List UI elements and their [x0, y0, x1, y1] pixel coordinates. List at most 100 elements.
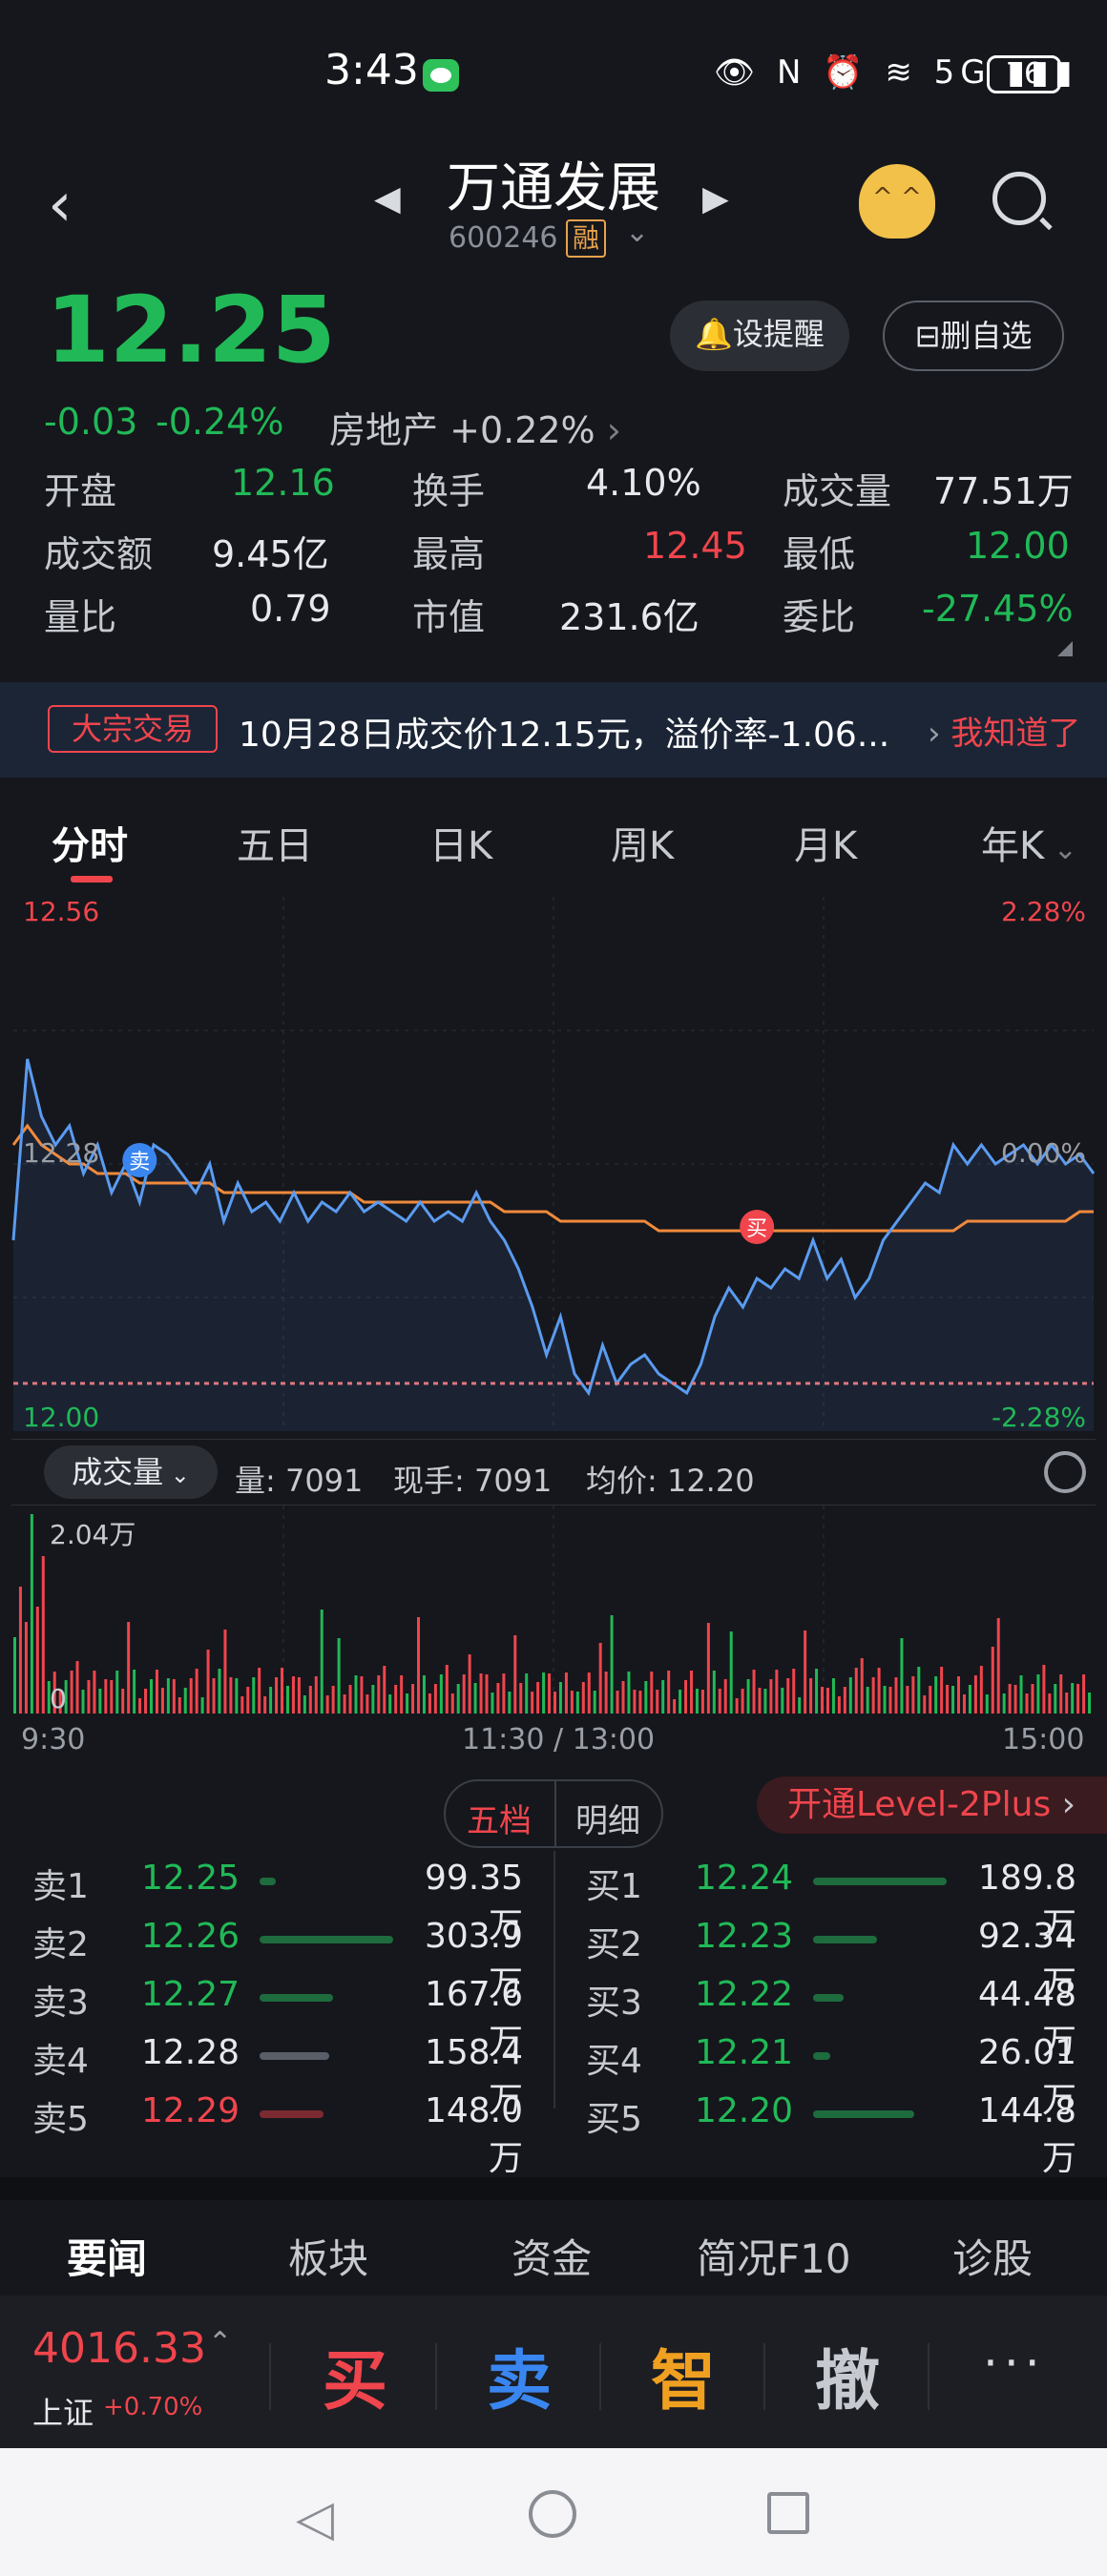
volume-bar: [240, 1696, 244, 1714]
tab-f10[interactable]: 简况F10: [697, 2227, 851, 2285]
volume-bar: [235, 1678, 239, 1714]
volume-bar: [951, 1686, 955, 1714]
banner-message: 10月28日成交价12.15元，溢价率-1.06...: [239, 716, 890, 755]
buy-button[interactable]: 买: [323, 2328, 387, 2422]
tab-monthly-k[interactable]: 月K: [794, 815, 857, 870]
volume-bar: [297, 1677, 301, 1714]
volume-bar: [877, 1668, 881, 1714]
sector-link[interactable]: 房地产 +0.22% ›: [329, 401, 621, 453]
tab-yearly-k[interactable]: 年K ⌄: [981, 815, 1077, 870]
volume-bar: [343, 1694, 346, 1714]
volume-bar: [366, 1694, 369, 1714]
sector-change: +0.22%: [449, 409, 595, 451]
tab-diagnosis[interactable]: 诊股: [952, 2227, 1033, 2285]
tab-detail[interactable]: 明细: [575, 1795, 640, 1841]
volume-bar: [786, 1678, 790, 1714]
volume-bar: [377, 1675, 381, 1714]
bid-price: 12.23: [695, 1917, 794, 1956]
stock-header: ‹ ◀ 万通发展 ▶ 600246 融 ⌄: [0, 143, 1107, 277]
volume-bar: [712, 1671, 716, 1714]
volume-bar: [1008, 1684, 1012, 1714]
volume-bar: [422, 1675, 426, 1714]
tab-funds[interactable]: 资金: [512, 2227, 592, 2285]
volume-bar: [917, 1667, 921, 1714]
tab-sectors[interactable]: 板块: [288, 2227, 368, 2285]
volume-bar: [87, 1680, 91, 1714]
remove-watchlist-button[interactable]: ⊟删自选: [883, 301, 1064, 371]
volume-bar: [746, 1679, 750, 1714]
level2-upgrade-button[interactable]: 开通Level-2Plus ›: [757, 1776, 1107, 1834]
volume-bar: [445, 1665, 449, 1714]
volume-bar: [871, 1677, 875, 1714]
tab-five-level[interactable]: 五档: [467, 1795, 532, 1841]
chevron-down-icon[interactable]: ⌄: [625, 216, 649, 249]
volume-bar: [962, 1694, 966, 1714]
sell-button[interactable]: 卖: [487, 2328, 552, 2422]
volume-bar: [775, 1670, 779, 1714]
ask-depth-bar: [260, 1936, 393, 1943]
wechat-icon: [423, 59, 459, 92]
volume-bar: [650, 1672, 654, 1714]
system-recents-icon[interactable]: [767, 2492, 809, 2534]
indicator-selector[interactable]: 成交量 ⌄: [44, 1445, 218, 1499]
volume-bar: [695, 1689, 699, 1714]
y-bottom-label: 12.00: [23, 1402, 99, 1433]
ask-level-label: 卖1: [32, 1867, 89, 1906]
volume-bar: [587, 1672, 591, 1714]
sector-name: 房地产: [329, 409, 439, 451]
gear-icon[interactable]: [1044, 1451, 1086, 1493]
more-button[interactable]: ···: [983, 2336, 1046, 2391]
volume-bar: [627, 1672, 631, 1714]
system-home-icon[interactable]: [529, 2490, 576, 2538]
volume-bar: [804, 1631, 807, 1714]
back-chevron-icon[interactable]: ‹: [48, 170, 73, 240]
set-reminder-button[interactable]: 🔔设提醒: [670, 301, 849, 371]
next-stock-icon[interactable]: ▶: [702, 179, 729, 218]
volume-bar: [479, 1673, 483, 1714]
current-hand-value: 现手: 7091: [393, 1463, 553, 1499]
dismiss-banner-button[interactable]: › 我知道了: [928, 707, 1080, 754]
volume-bar: [275, 1677, 279, 1714]
set-reminder-label: 设提醒: [732, 316, 825, 352]
tab-weekly-k[interactable]: 周K: [611, 815, 674, 870]
volume-bar: [979, 1666, 983, 1714]
tab-intraday[interactable]: 分时: [52, 815, 128, 870]
volume-bar: [763, 1689, 767, 1714]
stat-value: 231.6亿: [559, 596, 700, 638]
mascot-icon[interactable]: [859, 164, 935, 239]
volume-bar: [667, 1671, 671, 1714]
ask-depth-bar: [260, 2052, 329, 2060]
volume-bar: [229, 1677, 233, 1714]
cancel-order-button[interactable]: 撤: [815, 2328, 880, 2422]
volume-bar: [644, 1681, 648, 1714]
volume-bar: [450, 1693, 454, 1714]
system-back-icon[interactable]: ◁: [296, 2490, 334, 2547]
divider: [599, 2343, 601, 2410]
volume-bar: [531, 1692, 534, 1714]
smart-trade-button[interactable]: 智: [651, 2328, 716, 2422]
expand-corner-icon[interactable]: [1057, 641, 1073, 656]
volume-bar: [269, 1687, 273, 1714]
volume-bar: [621, 1681, 625, 1714]
volume-bar: [866, 1687, 869, 1714]
tab-news[interactable]: 要闻: [67, 2227, 147, 2285]
volume-bar: [888, 1687, 892, 1714]
volume-bar: [206, 1650, 210, 1714]
volume-bar: [564, 1672, 568, 1714]
stat-value: 0.79: [250, 588, 331, 630]
volume-bar: [223, 1630, 227, 1714]
prev-stock-icon[interactable]: ◀: [374, 179, 401, 218]
block-trade-banner[interactable]: 大宗交易 10月28日成交价12.15元，溢价率-1.06... › 我知道了: [0, 682, 1107, 778]
volume-bar: [468, 1654, 471, 1714]
volume-bar: [331, 1686, 335, 1714]
search-icon[interactable]: [992, 172, 1046, 225]
volume-bar: [485, 1674, 489, 1714]
tab-daily-k[interactable]: 日K: [429, 815, 492, 870]
ask-price: 12.29: [141, 2091, 240, 2130]
volume-bar: [741, 1689, 744, 1714]
volume-bar: [433, 1684, 437, 1714]
volume-bar: [110, 1680, 114, 1714]
intraday-price-chart[interactable]: 卖买 12.56 12.28 12.00 2.28% 0.00% -2.28%: [0, 887, 1107, 1441]
pct-bottom-label: -2.28%: [992, 1402, 1086, 1433]
tab-five-day[interactable]: 五日: [237, 815, 313, 870]
